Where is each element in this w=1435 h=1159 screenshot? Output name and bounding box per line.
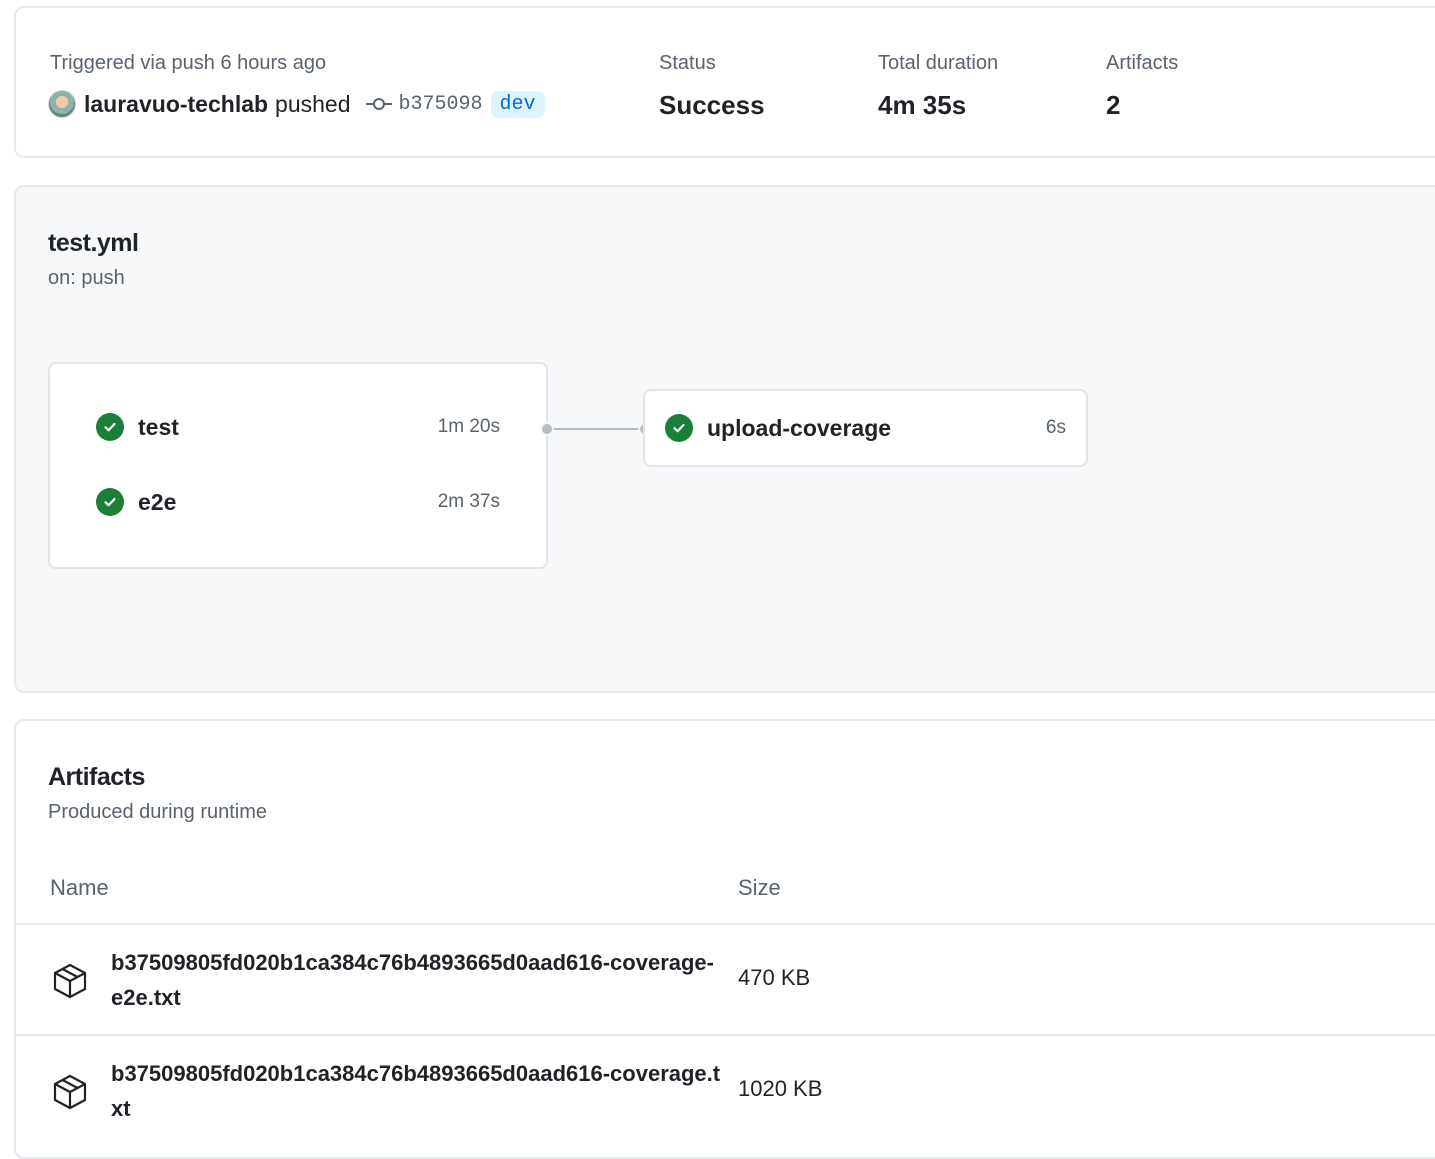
artifacts-subtitle: Produced during runtime: [48, 801, 268, 823]
job-name: upload-coverage: [707, 414, 892, 441]
job-group: test 1m 20s e2e 2m 37s: [48, 362, 548, 569]
artifact-name-link[interactable]: b37509805fd020b1ca384c76b4893665d0aad616…: [111, 1056, 721, 1126]
action-text: pushed: [275, 90, 351, 117]
workflow-graph-card: test.yml on: push test 1m 20s e2e 2m 37s: [14, 185, 1435, 693]
artifacts-count-label: Artifacts: [1106, 52, 1179, 74]
triggered-label: Triggered via push 6 hours ago: [50, 52, 327, 74]
success-check-icon: [96, 488, 124, 516]
job-e2e[interactable]: e2e 2m 37s: [96, 486, 500, 518]
artifact-name-link[interactable]: b37509805fd020b1ca384c76b4893665d0aad616…: [111, 945, 721, 1015]
artifact-size: 1020 KB: [738, 1076, 823, 1101]
package-icon: [53, 1074, 87, 1110]
job-duration: 2m 37s: [437, 491, 500, 512]
artifact-size: 470 KB: [738, 965, 811, 990]
job-row: upload-coverage 6s: [665, 412, 1066, 444]
column-header-size: Size: [738, 875, 781, 900]
job-test[interactable]: test 1m 20s: [96, 411, 500, 443]
job-dependency-connector: [540, 422, 652, 436]
table-row: b37509805fd020b1ca384c76b4893665d0aad616…: [16, 1034, 1435, 1144]
commit-icon: [365, 98, 392, 110]
commit-sha-link[interactable]: b375098: [399, 93, 483, 116]
table-row: b37509805fd020b1ca384c76b4893665d0aad616…: [16, 923, 1435, 1033]
column-header-name: Name: [50, 875, 109, 900]
avatar[interactable]: [48, 90, 76, 118]
status-value: Success: [659, 90, 765, 120]
branch-badge[interactable]: dev: [490, 90, 545, 118]
artifacts-card: Artifacts Produced during runtime Name S…: [14, 719, 1435, 1159]
job-duration: 6s: [1045, 417, 1066, 438]
total-duration-label: Total duration: [878, 52, 999, 74]
trigger-info: lauravuo-techlab pushed b375098 dev: [48, 88, 545, 120]
user-link[interactable]: lauravuo-techlab: [84, 91, 268, 118]
job-duration: 1m 20s: [437, 416, 500, 437]
status-label: Status: [659, 52, 716, 74]
run-summary-card: Triggered via push 6 hours ago lauravuo-…: [14, 6, 1435, 158]
success-check-icon: [665, 414, 693, 442]
job-name: test: [138, 413, 179, 440]
workflow-trigger: on: push: [48, 267, 125, 289]
artifacts-count-value: 2: [1106, 90, 1121, 120]
success-check-icon: [96, 413, 124, 441]
total-duration-value: 4m 35s: [878, 90, 967, 120]
artifacts-title: Artifacts: [48, 763, 145, 791]
workflow-file-name[interactable]: test.yml: [48, 229, 139, 258]
package-icon: [53, 963, 87, 999]
job-upload-coverage[interactable]: upload-coverage 6s: [643, 389, 1088, 467]
job-name: e2e: [138, 488, 177, 515]
